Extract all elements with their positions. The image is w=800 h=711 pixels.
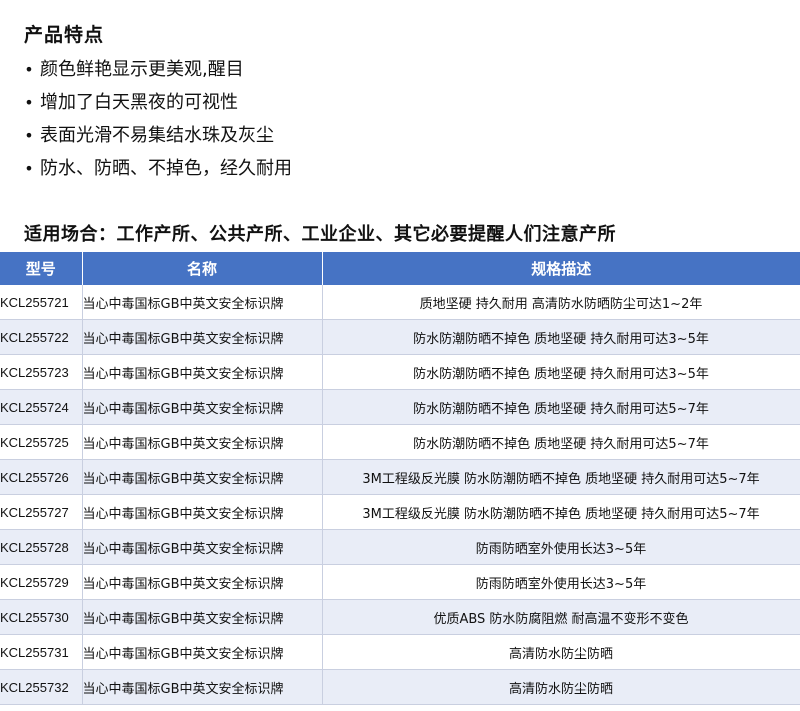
table-row: KCL255727 当心中毒国标GB中英文安全标识牌 3M工程级反光膜 防水防潮…: [0, 494, 800, 530]
feature-text: 防水、防晒、不掉色，经久耐用: [40, 157, 292, 179]
desc-cell: 防雨防晒室外使用长达3~5年: [322, 564, 800, 600]
table-row: KCL255730 当心中毒国标GB中英文安全标识牌 优质ABS 防水防腐阻燃 …: [0, 599, 800, 635]
table-row: KCL255729 当心中毒国标GB中英文安全标识牌 防雨防晒室外使用长达3~5…: [0, 564, 800, 600]
model-cell: KCL255732: [0, 669, 83, 705]
feature-item: • 防水、防晒、不掉色，经久耐用: [22, 152, 292, 185]
desc-cell: 高清防水防尘防晒: [322, 669, 800, 705]
desc-cell: 防雨防晒室外使用长达3~5年: [322, 529, 800, 565]
name-cell: 当心中毒国标GB中英文安全标识牌: [82, 319, 323, 355]
name-cell: 当心中毒国标GB中英文安全标识牌: [82, 354, 323, 390]
name-cell: 当心中毒国标GB中英文安全标识牌: [82, 669, 323, 705]
feature-item: • 颜色鲜艳显示更美观,醒目: [22, 53, 292, 86]
table-row: KCL255726 当心中毒国标GB中英文安全标识牌 3M工程级反光膜 防水防潮…: [0, 459, 800, 495]
spec-table: 型号 名称 规格描述 KCL255721 当心中毒国标GB中英文安全标识牌 质地…: [0, 252, 800, 705]
desc-cell: 防水防潮防晒不掉色 质地坚硬 持久耐用可达5~7年: [322, 389, 800, 425]
feature-list: • 颜色鲜艳显示更美观,醒目 • 增加了白天黑夜的可视性 • 表面光滑不易集结水…: [22, 53, 292, 185]
name-cell: 当心中毒国标GB中英文安全标识牌: [82, 285, 323, 320]
column-header-model: 型号: [0, 252, 83, 285]
feature-text: 增加了白天黑夜的可视性: [40, 91, 238, 113]
desc-cell: 质地坚硬 持久耐用 高清防水防晒防尘可达1~2年: [322, 285, 800, 320]
column-header-desc: 规格描述: [322, 252, 800, 285]
name-cell: 当心中毒国标GB中英文安全标识牌: [82, 389, 323, 425]
model-cell: KCL255728: [0, 529, 83, 565]
model-cell: KCL255721: [0, 285, 83, 320]
bullet-icon: •: [24, 92, 34, 112]
usage-text: 适用场合：工作产所、公共产所、工业企业、其它必要提醒人们注意产所: [24, 224, 616, 245]
feature-text: 表面光滑不易集结水珠及灰尘: [40, 124, 274, 146]
desc-cell: 高清防水防尘防晒: [322, 634, 800, 670]
bullet-icon: •: [24, 125, 34, 145]
desc-cell: 3M工程级反光膜 防水防潮防晒不掉色 质地坚硬 持久耐用可达5~7年: [322, 494, 800, 530]
table-row: KCL255732 当心中毒国标GB中英文安全标识牌 高清防水防尘防晒: [0, 669, 800, 705]
desc-cell: 防水防潮防晒不掉色 质地坚硬 持久耐用可达5~7年: [322, 424, 800, 460]
model-cell: KCL255724: [0, 389, 83, 425]
model-cell: KCL255722: [0, 319, 83, 355]
table-row: KCL255725 当心中毒国标GB中英文安全标识牌 防水防潮防晒不掉色 质地坚…: [0, 424, 800, 460]
desc-cell: 防水防潮防晒不掉色 质地坚硬 持久耐用可达3~5年: [322, 319, 800, 355]
name-cell: 当心中毒国标GB中英文安全标识牌: [82, 564, 323, 600]
model-cell: KCL255723: [0, 354, 83, 390]
table-header-row: 型号 名称 规格描述: [0, 252, 800, 285]
feature-item: • 增加了白天黑夜的可视性: [22, 86, 292, 119]
table-row: KCL255723 当心中毒国标GB中英文安全标识牌 防水防潮防晒不掉色 质地坚…: [0, 354, 800, 390]
model-cell: KCL255727: [0, 494, 83, 530]
desc-cell: 优质ABS 防水防腐阻燃 耐高温不变形不变色: [322, 599, 800, 635]
bullet-icon: •: [24, 158, 34, 178]
model-cell: KCL255729: [0, 564, 83, 600]
feature-text: 颜色鲜艳显示更美观,醒目: [40, 58, 244, 80]
table-row: KCL255728 当心中毒国标GB中英文安全标识牌 防雨防晒室外使用长达3~5…: [0, 529, 800, 565]
bullet-icon: •: [24, 59, 34, 79]
table-row: KCL255722 当心中毒国标GB中英文安全标识牌 防水防潮防晒不掉色 质地坚…: [0, 319, 800, 355]
model-cell: KCL255726: [0, 459, 83, 495]
name-cell: 当心中毒国标GB中英文安全标识牌: [82, 424, 323, 460]
name-cell: 当心中毒国标GB中英文安全标识牌: [82, 599, 323, 635]
desc-cell: 3M工程级反光膜 防水防潮防晒不掉色 质地坚硬 持久耐用可达5~7年: [322, 459, 800, 495]
model-cell: KCL255731: [0, 634, 83, 670]
feature-item: • 表面光滑不易集结水珠及灰尘: [22, 119, 292, 152]
table-row: KCL255731 当心中毒国标GB中英文安全标识牌 高清防水防尘防晒: [0, 634, 800, 670]
model-cell: KCL255725: [0, 424, 83, 460]
name-cell: 当心中毒国标GB中英文安全标识牌: [82, 459, 323, 495]
column-header-name: 名称: [82, 252, 323, 285]
name-cell: 当心中毒国标GB中英文安全标识牌: [82, 634, 323, 670]
table-row: KCL255721 当心中毒国标GB中英文安全标识牌 质地坚硬 持久耐用 高清防…: [0, 285, 800, 320]
features-title: 产品特点: [24, 24, 105, 46]
table-row: KCL255724 当心中毒国标GB中英文安全标识牌 防水防潮防晒不掉色 质地坚…: [0, 389, 800, 425]
model-cell: KCL255730: [0, 599, 83, 635]
name-cell: 当心中毒国标GB中英文安全标识牌: [82, 529, 323, 565]
desc-cell: 防水防潮防晒不掉色 质地坚硬 持久耐用可达3~5年: [322, 354, 800, 390]
name-cell: 当心中毒国标GB中英文安全标识牌: [82, 494, 323, 530]
